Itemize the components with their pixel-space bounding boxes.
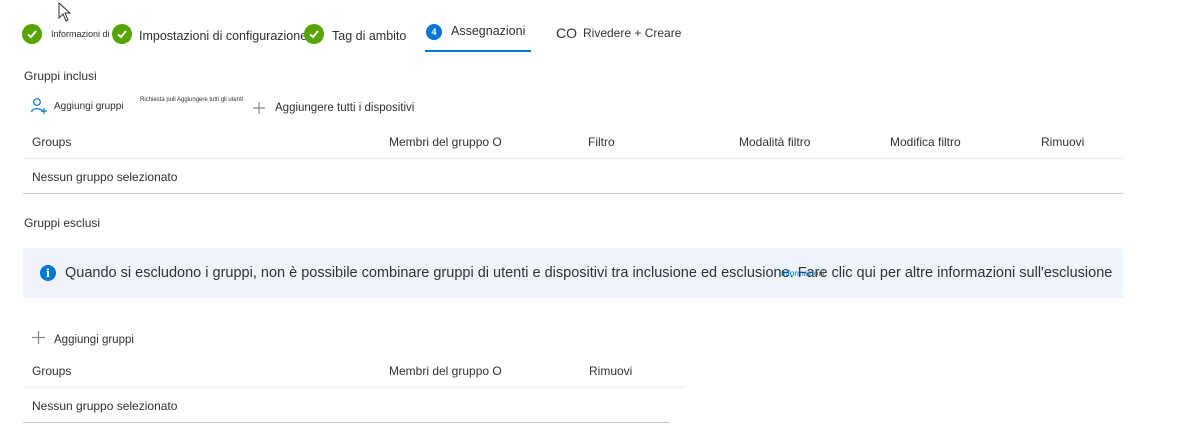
excluded-table-header: Groups Membri del gruppo O Rimuovi bbox=[23, 356, 685, 388]
active-step-underline bbox=[425, 50, 531, 52]
empty-state-text: Nessun gruppo selezionato bbox=[32, 399, 178, 413]
check-icon bbox=[22, 24, 42, 44]
table-row: Nessun gruppo selezionato bbox=[23, 160, 1123, 194]
add-all-devices-button[interactable]: Aggiungere tutti i dispositivi bbox=[252, 101, 414, 115]
step-label: Rivedere + Creare bbox=[583, 26, 682, 40]
column-header-remove[interactable]: Rimuovi bbox=[589, 364, 632, 378]
excluded-groups-title: Gruppi esclusi bbox=[24, 216, 101, 230]
step-rivedere-creare[interactable]: CO Rivedere + Creare bbox=[556, 25, 681, 41]
included-table-header: Groups Membri del gruppo O Filtro Modali… bbox=[23, 127, 1123, 159]
add-excluded-groups-label: Aggiungi gruppi bbox=[54, 334, 134, 346]
add-included-groups-button[interactable]: Aggiungi gruppi bbox=[30, 97, 124, 115]
column-header-edit-filter[interactable]: Modifica filtro bbox=[890, 135, 961, 149]
exclusion-info-banner: i Quando si escludono i gruppi, non è po… bbox=[23, 248, 1123, 298]
plus-icon bbox=[32, 330, 45, 344]
plus-icon bbox=[253, 102, 265, 114]
column-header-remove[interactable]: Rimuovi bbox=[1041, 135, 1084, 149]
step-number-badge: 4 bbox=[426, 24, 442, 40]
add-excluded-groups-button[interactable]: Aggiungi gruppi bbox=[31, 328, 134, 346]
column-header-members[interactable]: Membri del gruppo O bbox=[389, 135, 502, 149]
add-included-groups-label: Aggiungi gruppi bbox=[54, 100, 124, 112]
column-header-members[interactable]: Membri del gruppo O bbox=[389, 364, 502, 378]
wizard-steps: Informazioni di base Impostazioni di con… bbox=[0, 0, 1177, 60]
step-assegnazioni[interactable]: 4 Assegnazioni bbox=[426, 24, 525, 40]
add-user-icon bbox=[30, 98, 47, 114]
column-header-filter-mode[interactable]: Modalità filtro bbox=[739, 135, 810, 149]
add-all-devices-label: Aggiungere tutti i dispositivi bbox=[275, 102, 415, 114]
column-header-filter[interactable]: Filtro bbox=[588, 135, 615, 149]
table-row: Nessun gruppo selezionato bbox=[23, 389, 670, 423]
banner-link[interactable]: Informazioni bbox=[781, 269, 825, 278]
check-icon bbox=[304, 24, 324, 44]
banner-message[interactable]: Quando si escludono i gruppi, non è poss… bbox=[65, 265, 1112, 281]
check-icon bbox=[112, 24, 132, 44]
empty-state-text: Nessun gruppo selezionato bbox=[32, 170, 178, 184]
step-tag-di-ambito[interactable]: Tag di ambito bbox=[304, 24, 406, 44]
column-header-groups[interactable]: Groups bbox=[32, 135, 71, 149]
add-all-users-text[interactable]: Richiesta pull Aggiungere tutti gli uten… bbox=[140, 97, 243, 103]
step-label: Assegnazioni bbox=[451, 24, 526, 38]
step-impostazioni-di-configurazione[interactable]: Impostazioni di configurazione bbox=[112, 24, 307, 44]
step-label: Tag di ambito bbox=[332, 29, 407, 43]
column-header-groups[interactable]: Groups bbox=[32, 364, 71, 378]
info-icon: i bbox=[40, 265, 56, 281]
step-prefix: CO bbox=[556, 25, 577, 41]
included-groups-title: Gruppi inclusi bbox=[24, 69, 97, 83]
step-label: Impostazioni di configurazione bbox=[139, 29, 308, 43]
